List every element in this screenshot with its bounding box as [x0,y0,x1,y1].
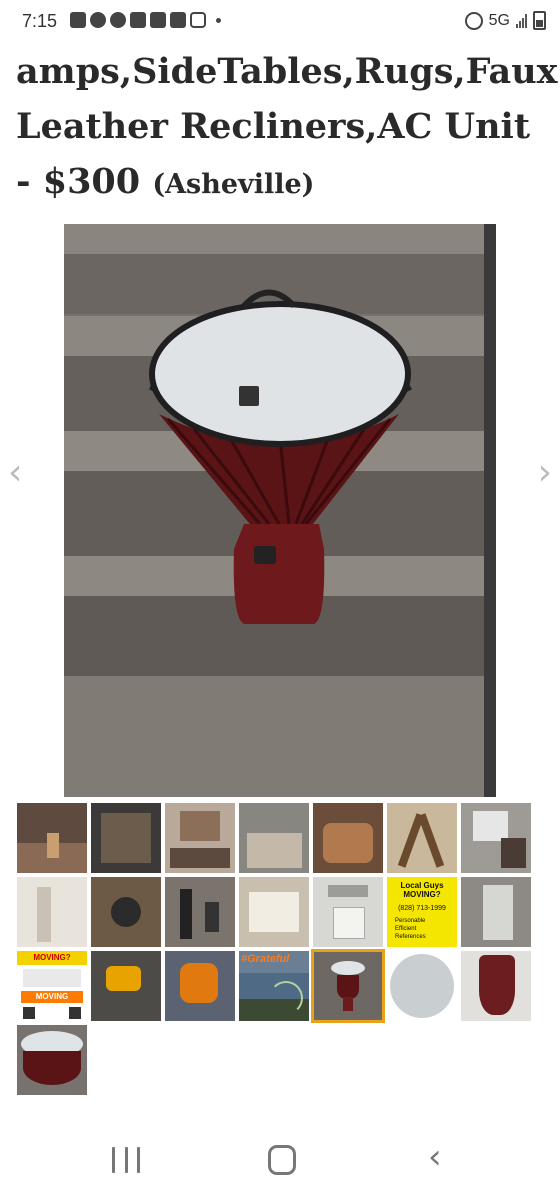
moving-sign-title: Local Guys MOVING? [400,881,444,899]
thumbnail-15[interactable]: MOVING? MOVING [17,951,87,1021]
thumbnail-6[interactable] [387,803,457,873]
next-image-arrow[interactable]: › [538,452,552,493]
home-icon[interactable] [268,1145,296,1175]
thumbnail-19-selected[interactable] [311,949,385,1023]
youtube-icon [150,12,166,28]
thumbnail-7[interactable] [461,803,531,873]
thumbnail-14[interactable] [461,877,531,947]
listing-title: amps,SideTables,Rugs,Faux Leather Reclin… [16,44,558,212]
thumbnail-17[interactable] [165,951,235,1021]
chat-icon [70,12,86,28]
thumbnail-10[interactable] [165,877,235,947]
system-icons: 5G [464,11,546,30]
thumbnail-18[interactable]: #Grateful [239,951,309,1021]
thumbnail-1[interactable] [17,803,87,873]
grateful-text: #Grateful [241,953,290,965]
dot-icon [216,17,221,23]
moving-sign-phone: (828) 713-1999 [398,905,446,912]
instagram-icon [190,12,206,28]
moving-sign-bullet: Personable [395,918,426,924]
flyer-sub: MOVING [21,991,83,1003]
notification-icons [70,12,221,28]
moving-sign-bullet: References [395,934,426,940]
network-type: 5G [488,11,510,29]
thumbnail-9[interactable] [91,877,161,947]
status-time: 7:15 [22,11,58,31]
thumbnail-12[interactable] [313,877,383,947]
alarm-icon [464,11,483,30]
listing-location: (Asheville) [152,169,315,200]
system-nav-bar: ‹ [0,1125,560,1200]
main-photo[interactable] [64,224,496,797]
thumbnail-20[interactable] [387,951,457,1021]
thumbnail-13[interactable]: Local Guys MOVING? (828) 713-1999 Person… [387,877,457,947]
djembe-photo-graphic [64,224,496,797]
signal-icon [516,13,527,28]
check-badge-icon [110,12,126,28]
thumbnail-21[interactable] [461,951,531,1021]
thumbnail-22[interactable] [17,1025,87,1095]
thumbnail-11[interactable] [239,877,309,947]
thumbnail-3[interactable] [165,803,235,873]
thumbnail-2[interactable] [91,803,161,873]
battery-icon [533,11,546,30]
mail-icon [170,12,186,28]
recent-apps-icon[interactable] [112,1147,140,1173]
thumbnail-4[interactable] [239,803,309,873]
flyer-headline: MOVING? [17,951,87,965]
facebook-icon [90,12,106,28]
prev-image-arrow[interactable]: ‹ [8,452,22,493]
thumbnail-16[interactable] [91,951,161,1021]
thumbnail-5[interactable] [313,803,383,873]
back-icon[interactable]: ‹ [428,1137,442,1177]
thumbnail-8[interactable] [17,877,87,947]
moving-sign-bullet: Efficient [395,926,417,932]
youtube-icon [130,12,146,28]
